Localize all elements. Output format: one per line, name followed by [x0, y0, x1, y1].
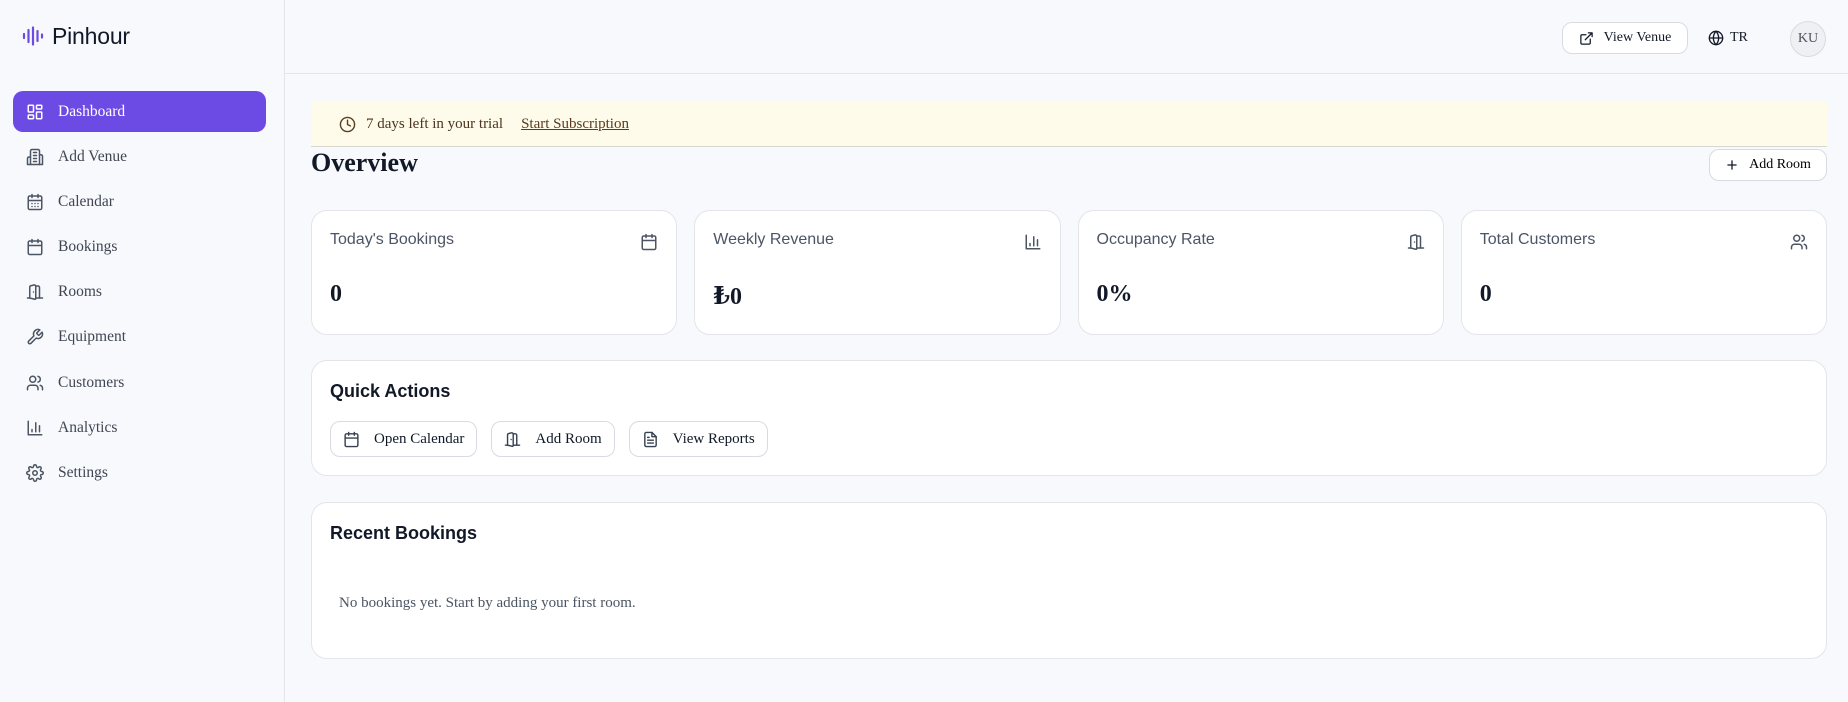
gear-icon — [26, 464, 44, 482]
quick-actions-title: Quick Actions — [330, 381, 451, 401]
view-venue-button[interactable]: View Venue — [1562, 22, 1688, 54]
globe-icon — [1708, 30, 1724, 46]
sidebar-item-label: Add Venue — [58, 147, 128, 165]
sidebar-nav: Dashboard Add Venue Calendar Bookings Ro… — [13, 91, 266, 498]
users-icon — [1790, 233, 1808, 251]
add-room-quick-button[interactable]: Add Room — [491, 421, 615, 457]
plus-icon — [1725, 158, 1739, 172]
calendar-icon — [26, 193, 44, 211]
open-calendar-button[interactable]: Open Calendar — [330, 421, 478, 457]
sidebar-item-settings[interactable]: Settings — [13, 453, 266, 494]
brand[interactable]: Pinhour — [22, 22, 130, 50]
view-reports-label: View Reports — [672, 430, 755, 447]
recent-bookings-title: Recent Bookings — [330, 523, 478, 543]
empty-state-message: No bookings yet. Start by adding your fi… — [339, 595, 636, 611]
clock-icon — [339, 116, 356, 133]
door-icon — [26, 283, 44, 301]
stat-value: 0 — [330, 281, 342, 307]
sidebar-item-analytics[interactable]: Analytics — [13, 407, 266, 448]
sidebar-item-label: Bookings — [58, 238, 118, 256]
stat-card-weekly-revenue: Weekly Revenue ₺0 — [694, 210, 1061, 335]
stat-card-total-customers: Total Customers 0 — [1460, 210, 1827, 335]
dashboard-grid-icon — [26, 103, 44, 121]
sidebar-item-dashboard[interactable]: Dashboard — [13, 91, 266, 132]
open-calendar-label: Open Calendar — [374, 430, 465, 447]
bar-chart-icon — [1024, 233, 1042, 251]
sidebar-item-label: Analytics — [58, 418, 118, 436]
language-switcher[interactable]: TR — [1708, 22, 1760, 54]
sidebar-item-rooms[interactable]: Rooms — [13, 272, 266, 313]
calendar-icon — [26, 238, 44, 256]
sidebar-item-equipment[interactable]: Equipment — [13, 317, 266, 358]
sidebar-item-calendar[interactable]: Calendar — [13, 181, 266, 222]
trial-banner: 7 days left in your trial Start Subscrip… — [311, 102, 1827, 147]
door-icon — [1407, 233, 1425, 251]
add-room-button[interactable]: Add Room — [1709, 149, 1827, 181]
stat-card-todays-bookings: Today's Bookings 0 — [311, 210, 678, 335]
users-icon — [26, 374, 44, 392]
building-icon — [26, 148, 44, 166]
add-room-quick-label: Add Room — [535, 430, 602, 447]
start-subscription-link[interactable]: Start Subscription — [521, 116, 629, 133]
sidebar-item-bookings[interactable]: Bookings — [13, 227, 266, 268]
wrench-icon — [26, 328, 44, 346]
stat-value: ₺0 — [713, 284, 742, 310]
sidebar-item-label: Customers — [58, 373, 125, 391]
page-title: Overview — [311, 148, 418, 177]
bar-chart-icon — [26, 419, 44, 437]
stat-label: Weekly Revenue — [713, 231, 834, 248]
sidebar-item-label: Settings — [58, 464, 108, 481]
stats-row: Today's Bookings 0 Weekly Revenue ₺0 Occ… — [311, 210, 1827, 335]
sidebar-item-label: Equipment — [58, 328, 127, 346]
sidebar-item-label: Rooms — [58, 283, 102, 301]
calendar-icon — [343, 431, 360, 448]
quick-actions-row: Open Calendar Add Room View Reports — [330, 421, 768, 457]
trial-message: 7 days left in your trial — [366, 115, 504, 132]
language-code: TR — [1730, 30, 1748, 45]
external-link-icon — [1579, 31, 1594, 46]
audio-wave-icon — [22, 26, 44, 46]
recent-bookings-card: Recent Bookings No bookings yet. Start b… — [311, 502, 1827, 659]
stat-value: 0 — [1479, 281, 1492, 307]
calendar-icon — [640, 233, 658, 251]
add-room-label: Add Room — [1749, 157, 1811, 172]
stat-card-occupancy-rate: Occupancy Rate 0% — [1077, 210, 1444, 335]
view-venue-label: View Venue — [1603, 30, 1672, 45]
file-text-icon — [642, 431, 659, 448]
sidebar: Pinhour Dashboard Add Venue Calendar Boo… — [0, 0, 285, 702]
sidebar-item-customers[interactable]: Customers — [13, 362, 266, 403]
view-reports-button[interactable]: View Reports — [628, 421, 768, 457]
stat-label: Occupancy Rate — [1096, 231, 1215, 248]
avatar[interactable]: KU — [1790, 21, 1826, 57]
sidebar-item-add-venue[interactable]: Add Venue — [13, 136, 266, 177]
topbar: View Venue TR KU — [285, 0, 1848, 74]
brand-name: Pinhour — [52, 22, 130, 49]
sidebar-item-label: Calendar — [58, 192, 114, 210]
stat-label: Today's Bookings — [330, 231, 455, 248]
stat-value: 0% — [1096, 281, 1133, 307]
sidebar-item-label: Dashboard — [58, 102, 126, 120]
door-icon — [504, 431, 521, 448]
stat-label: Total Customers — [1479, 231, 1596, 248]
quick-actions-card: Quick Actions Open Calendar Add Room Vie… — [311, 360, 1827, 476]
